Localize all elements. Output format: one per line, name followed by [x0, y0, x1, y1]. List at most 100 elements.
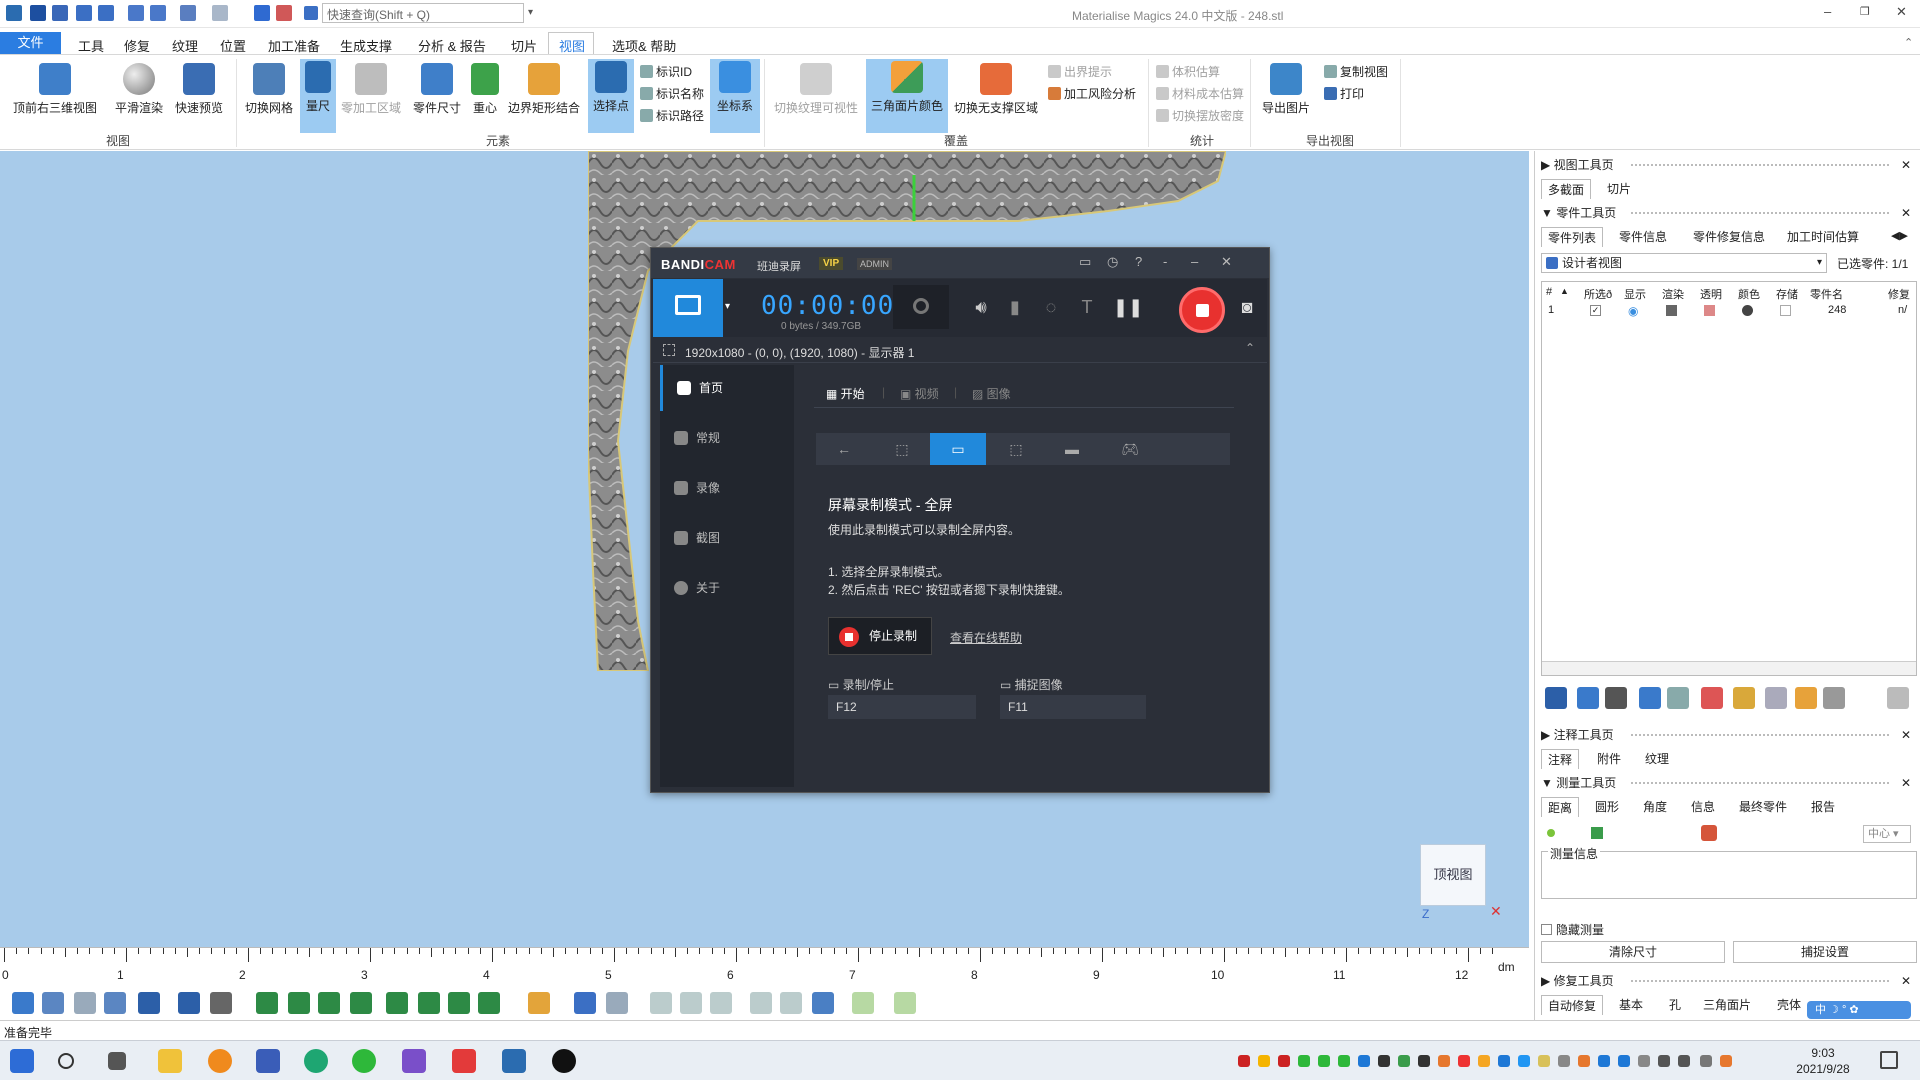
btn-bounding-box[interactable]: 边界矩形结合 [506, 61, 582, 121]
btn-export-image[interactable]: 导出图片 [1258, 61, 1314, 121]
view-cube[interactable]: 顶视图 [1420, 844, 1486, 906]
storage-icon[interactable] [1780, 305, 1791, 316]
menu-view[interactable]: 视图 [559, 36, 585, 55]
screen-mode-button[interactable] [653, 279, 723, 337]
menu-analysis-report[interactable]: 分析 & 报告 [418, 36, 486, 55]
pause-icon[interactable]: ❚❚ [1113, 297, 1143, 317]
search-icon[interactable] [58, 1053, 74, 1069]
part-icon[interactable] [1667, 687, 1689, 709]
minimize-icon[interactable]: – [1191, 254, 1198, 269]
tray-icon[interactable] [1298, 1055, 1310, 1067]
collapse-icon[interactable]: - [1163, 254, 1167, 269]
capture-area-bar[interactable]: 1920x1080 - (0, 0), (1920, 1080) - 显示器 1… [653, 337, 1267, 363]
btn-label-name[interactable]: 标识名称 [640, 85, 704, 103]
record-stop-button[interactable] [1179, 287, 1225, 333]
tab-shell[interactable]: 壳体 [1777, 995, 1801, 1015]
menu-tools[interactable]: 工具 [78, 36, 104, 55]
app-icon[interactable] [402, 1049, 426, 1073]
import-icon[interactable] [128, 5, 144, 21]
close-icon[interactable]: ✕ [1901, 203, 1911, 223]
around-mouse-mode-icon[interactable]: ⬚ [988, 433, 1044, 465]
center-select[interactable]: 中心 ▾ [1863, 825, 1911, 843]
part-icon[interactable] [1639, 687, 1661, 709]
col-header[interactable]: 透明 [1700, 286, 1722, 302]
btn-copy-view[interactable]: 复制视图 [1324, 63, 1388, 81]
save-icon[interactable] [76, 5, 92, 21]
zoom-icon[interactable] [12, 992, 34, 1014]
collapse-ribbon-icon[interactable]: ⌃ [1904, 36, 1913, 49]
menu-file[interactable]: 文件 [0, 32, 61, 54]
text-overlay-icon[interactable]: T [1077, 297, 1097, 317]
tray-icon[interactable] [1318, 1055, 1330, 1067]
tab-annotation[interactable]: 注释 [1541, 749, 1580, 769]
btn-volume-estimate[interactable]: 体积估算 [1156, 63, 1220, 81]
mark-brush-icon[interactable] [418, 992, 440, 1014]
camera-icon[interactable]: ◙ [1237, 297, 1257, 317]
mark-window-icon[interactable] [386, 992, 408, 1014]
tab-info[interactable]: 信息 [1691, 797, 1715, 817]
app-icon[interactable] [6, 5, 22, 21]
tray-icon[interactable] [1598, 1055, 1610, 1067]
hotkey-capture-field[interactable]: F11 [1000, 695, 1146, 719]
microphone-icon[interactable]: ▮ [1005, 297, 1025, 317]
tab-attachment[interactable]: 附件 [1597, 749, 1621, 769]
view-tools-header[interactable]: ▶ 视图工具页 ✕ [1541, 155, 1911, 175]
part-color-icon[interactable] [528, 992, 550, 1014]
restore-button[interactable]: ❐ [1860, 5, 1870, 18]
menu-repair[interactable]: 修复 [124, 36, 150, 55]
btn-zero-build-area[interactable]: 零加工区域 [338, 61, 404, 121]
part-icon[interactable] [1733, 687, 1755, 709]
pan-icon[interactable] [74, 992, 96, 1014]
task-view-icon[interactable] [108, 1052, 126, 1070]
active-mark-red-icon[interactable] [894, 992, 916, 1014]
rectangle-mode-icon[interactable]: ⬚ [874, 433, 930, 465]
sort-icon[interactable]: ▲ [1560, 286, 1569, 296]
clear-dimensions-button[interactable]: 清除尺寸 [1541, 941, 1725, 963]
col-header[interactable]: 显示 [1624, 286, 1646, 302]
part-icon[interactable] [1887, 687, 1909, 709]
stop-record-button[interactable]: 停止录制 [828, 617, 932, 655]
search-dropdown-icon[interactable]: ▾ [528, 7, 533, 18]
btn-select-point[interactable]: 选择点 [588, 59, 634, 133]
mark-lasso-icon[interactable] [448, 992, 470, 1014]
search-app-icon[interactable] [208, 1049, 232, 1073]
folder-icon[interactable]: ▭ [1079, 254, 1091, 270]
triangle-deselect-icon[interactable] [606, 992, 628, 1014]
speaker-icon[interactable]: 🔊︎ [971, 297, 991, 317]
col-header[interactable]: 渲染 [1662, 286, 1684, 302]
tab-auto-repair[interactable]: 自动修复 [1541, 995, 1604, 1015]
hide-measure-checkbox[interactable]: 隐藏测量 [1541, 921, 1604, 938]
part-icon[interactable] [1795, 687, 1817, 709]
tab-circle[interactable]: 圆形 [1595, 797, 1619, 817]
measure-tools-header[interactable]: ▼ 测量工具页 ✕ [1541, 773, 1911, 793]
btn-toggle-mesh[interactable]: 切换网格 [240, 61, 298, 121]
help-icon[interactable]: ? [1135, 254, 1142, 269]
shrink-selection-icon[interactable] [680, 992, 702, 1014]
close-icon[interactable]: ✕ [1901, 773, 1911, 793]
chevron-up-icon[interactable]: ⌃ [1245, 341, 1255, 355]
mark-dropdown-icon[interactable] [812, 992, 834, 1014]
front-view-icon[interactable] [178, 992, 200, 1014]
eye-icon[interactable]: ◉ [1628, 304, 1638, 318]
tab-part-list[interactable]: 零件列表 [1541, 227, 1604, 247]
menu-build-prep[interactable]: 加工准备 [268, 36, 320, 55]
part-icon[interactable] [1577, 687, 1599, 709]
tab-triangles[interactable]: 三角面片 [1703, 995, 1751, 1015]
tray-icon[interactable] [1358, 1055, 1370, 1067]
snap-icon[interactable] [1701, 825, 1717, 841]
bandicam-titlebar[interactable]: BANDICAM 班迪录屏 VIP ADMIN ▭ ◷ ? - – ✕ [651, 248, 1269, 278]
col-header[interactable]: 存储 [1776, 286, 1798, 302]
tab-distance[interactable]: 距离 [1541, 797, 1580, 817]
expand-selection-icon[interactable] [650, 992, 672, 1014]
mouse-effect-icon[interactable]: ◌ [1041, 297, 1061, 317]
part-icon[interactable] [1545, 687, 1567, 709]
app-icon[interactable] [256, 1049, 280, 1073]
tab-scroll-arrows[interactable]: ◀▶ [1891, 229, 1908, 242]
tray-icon[interactable] [1258, 1055, 1270, 1067]
menu-slice[interactable]: 切片 [511, 36, 537, 55]
tray-icon[interactable] [1398, 1055, 1410, 1067]
menu-texture[interactable]: 纹理 [172, 36, 198, 55]
close-icon[interactable]: ✕ [1901, 155, 1911, 175]
music-icon[interactable] [452, 1049, 476, 1073]
horizontal-scrollbar[interactable] [1542, 661, 1916, 675]
